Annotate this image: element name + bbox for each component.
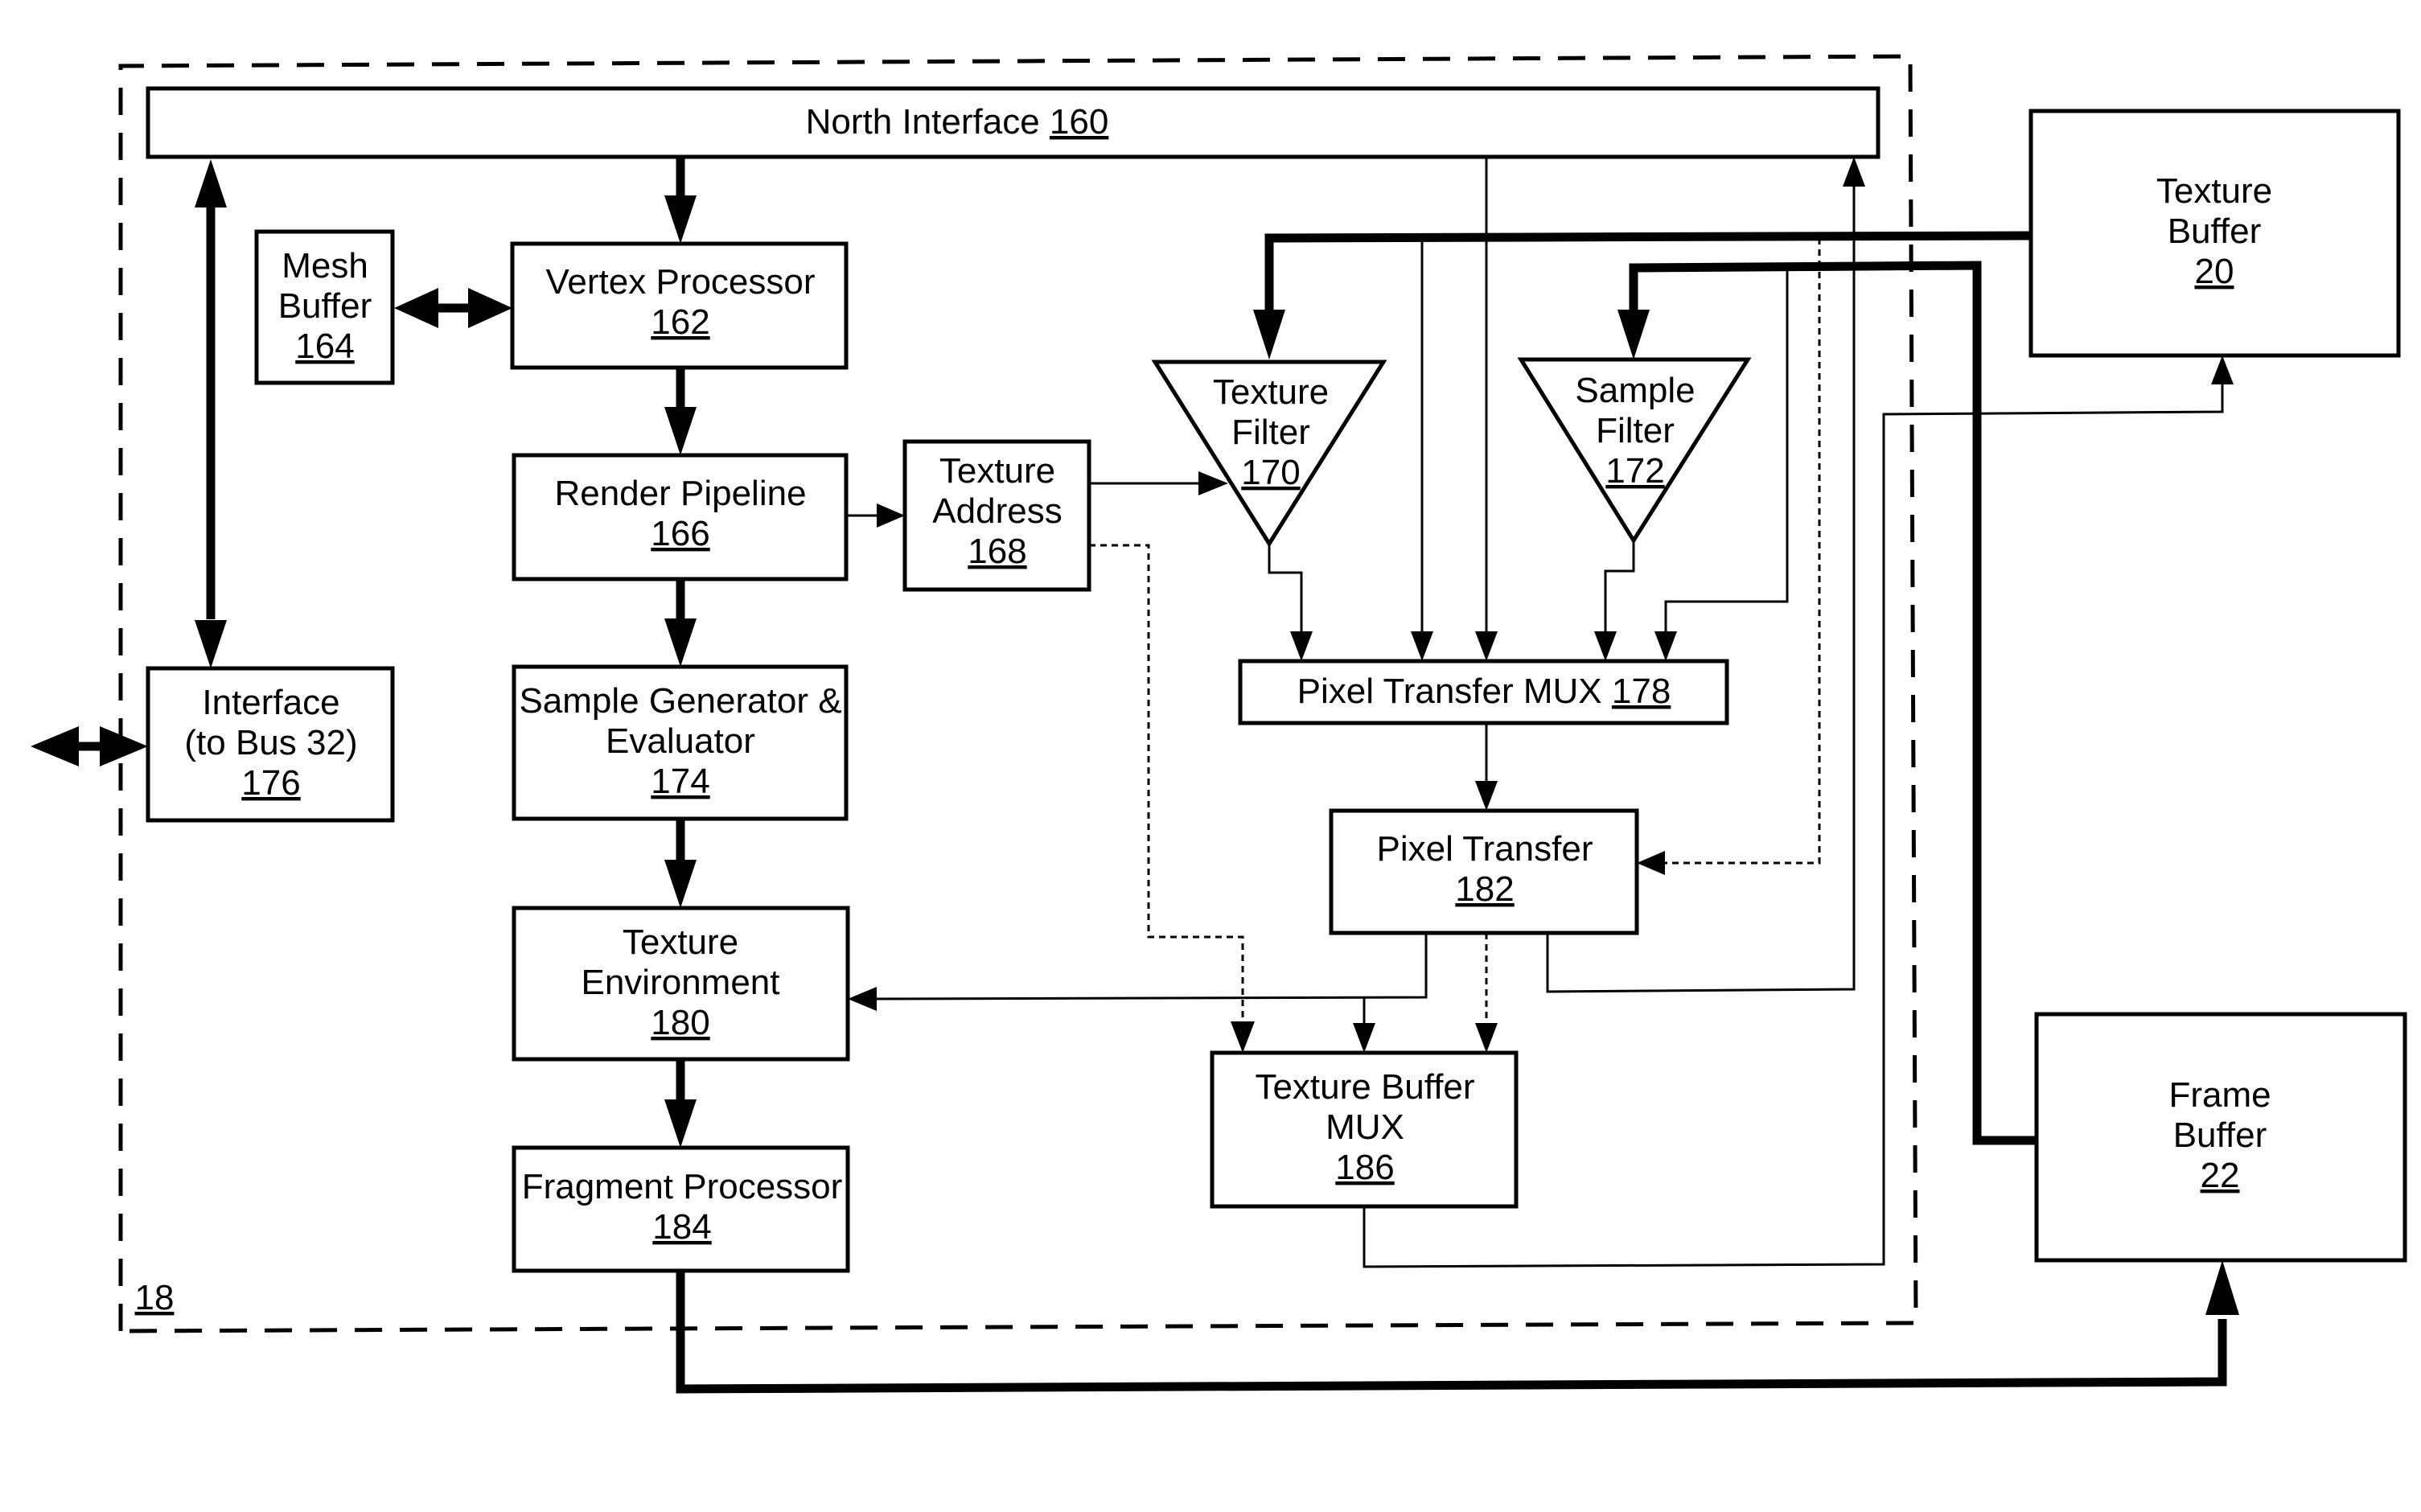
frame-buffer-line2: Buffer bbox=[2173, 1116, 2267, 1155]
pixel-transfer-ref: 182 bbox=[1455, 869, 1514, 909]
block-mesh-buffer: Mesh Buffer 164 bbox=[254, 229, 395, 385]
arrowhead-down-ptmux-5 bbox=[1654, 631, 1677, 661]
block-pixel-transfer: Pixel Transfer 182 bbox=[1329, 808, 1639, 935]
sample-generator-line1: Sample Generator & bbox=[519, 681, 841, 721]
texture-buffer-mux-line1: Texture Buffer bbox=[1255, 1067, 1474, 1107]
texture-filter-line2: Filter bbox=[1231, 413, 1310, 452]
sample-filter-ref: 172 bbox=[1605, 451, 1664, 491]
texture-filter-line1: Texture bbox=[1213, 372, 1329, 412]
block-texture-buffer: Texture Buffer 20 bbox=[2028, 109, 2401, 358]
arrowhead-down-fragment bbox=[664, 1099, 697, 1148]
interface-line2: (to Bus 32) bbox=[184, 723, 357, 762]
pixel-transfer-line1: Pixel Transfer bbox=[1377, 829, 1593, 869]
arrowhead-down-texbufmux-3 bbox=[1475, 1023, 1498, 1053]
arrowhead-left-texenv bbox=[848, 987, 877, 1011]
frame-buffer-ref: 22 bbox=[2201, 1156, 2240, 1195]
arrowhead-right-external bbox=[100, 726, 148, 766]
texture-environment-line1: Texture bbox=[623, 922, 738, 962]
render-pipeline-ref: 166 bbox=[651, 514, 709, 553]
block-sample-filter: Sample Filter 172 bbox=[1517, 357, 1752, 544]
texture-filter-ref: 170 bbox=[1241, 453, 1300, 492]
vertex-processor-ref: 162 bbox=[651, 302, 709, 342]
arrowhead-up-north bbox=[1843, 157, 1865, 187]
mesh-buffer-ref: 164 bbox=[295, 327, 354, 366]
dashed-to-pixeltransfer bbox=[1665, 238, 1821, 865]
arrowhead-down-samplegen bbox=[664, 618, 697, 667]
arrowhead-down-ptmux-3 bbox=[1475, 631, 1498, 661]
arrowhead-down-texfilter bbox=[1253, 310, 1285, 360]
arrowhead-right-texaddr bbox=[877, 503, 905, 528]
mesh-buffer-line2: Buffer bbox=[278, 286, 372, 326]
arrowhead-down-ptmux-4 bbox=[1594, 631, 1617, 661]
texture-environment-ref: 180 bbox=[651, 1003, 709, 1042]
arrowhead-down-pixeltransfer bbox=[1475, 781, 1498, 811]
arrowhead-up-texbuffer bbox=[2211, 355, 2234, 384]
block-sample-generator: Sample Generator & Evaluator 174 bbox=[512, 664, 849, 821]
texture-address-line2: Address bbox=[932, 491, 1062, 531]
block-north-interface: North Interface 160 bbox=[146, 86, 1880, 159]
arrowhead-up-north-interface bbox=[195, 159, 227, 207]
sample-generator-ref: 174 bbox=[651, 762, 709, 801]
interface-line1: Interface bbox=[202, 683, 339, 722]
graphics-system-diagram: 18 North Interface 160 Mesh Buffer 164 V… bbox=[31, 54, 2407, 1394]
arrowhead-down-ptmux-2 bbox=[1411, 631, 1433, 661]
texture-buffer-mux-line2: MUX bbox=[1326, 1107, 1404, 1147]
arrowhead-down-render bbox=[664, 407, 697, 455]
vertex-processor-line1: Vertex Processor bbox=[545, 262, 815, 302]
arrowhead-up-framebuffer bbox=[2205, 1260, 2239, 1315]
arrowhead-down-texbufmux-2 bbox=[1353, 1023, 1375, 1053]
block-texture-buffer-mux: Texture Buffer MUX 186 bbox=[1210, 1050, 1519, 1209]
bus-texbuffer-to-texfilter bbox=[1264, 231, 2032, 314]
block-fragment-processor: Fragment Processor 184 bbox=[512, 1145, 850, 1273]
render-pipeline-line1: Render Pipeline bbox=[554, 474, 806, 513]
block-texture-environment: Texture Environment 180 bbox=[512, 906, 850, 1062]
link-samplefilter-to-ptmux bbox=[1604, 540, 1635, 635]
block-texture-filter: Texture Filter 170 bbox=[1151, 360, 1387, 548]
block-render-pipeline: Render Pipeline 166 bbox=[512, 453, 849, 581]
arrowhead-down-vertex bbox=[664, 195, 697, 244]
arrowhead-down-samplefilter bbox=[1617, 310, 1650, 360]
block-vertex-processor: Vertex Processor 162 bbox=[510, 241, 849, 370]
texture-environment-line2: Environment bbox=[581, 963, 779, 1002]
pixel-transfer-mux-label: Pixel Transfer MUX 178 bbox=[1297, 672, 1671, 711]
arrowhead-left-external bbox=[31, 726, 79, 766]
mesh-buffer-line1: Mesh bbox=[282, 246, 368, 286]
frame-buffer-line1: Frame bbox=[2168, 1075, 2271, 1115]
block-pixel-transfer-mux: Pixel Transfer MUX 178 bbox=[1238, 659, 1729, 725]
north-interface-label: North Interface 160 bbox=[806, 102, 1109, 142]
sample-generator-line2: Evaluator bbox=[606, 721, 755, 761]
block-frame-buffer: Frame Buffer 22 bbox=[2034, 1012, 2407, 1263]
arrowhead-down-texenv bbox=[664, 860, 697, 908]
sample-filter-line1: Sample bbox=[1575, 371, 1695, 410]
arrowhead-left-pixeltransfer bbox=[1637, 851, 1665, 875]
arrowhead-down-ptmux-1 bbox=[1290, 631, 1313, 661]
arrowhead-left-mesh bbox=[394, 288, 438, 328]
fragment-processor-ref: 184 bbox=[652, 1207, 711, 1247]
interface-ref: 176 bbox=[241, 763, 300, 803]
arrowhead-right-vertex bbox=[468, 288, 512, 328]
dashed-texaddr-to-texbufmux bbox=[1089, 544, 1244, 1021]
link-texfilter-to-ptmux bbox=[1268, 544, 1303, 635]
sample-filter-line2: Filter bbox=[1596, 411, 1675, 450]
fragment-processor-line1: Fragment Processor bbox=[522, 1167, 843, 1206]
texture-address-line1: Texture bbox=[939, 451, 1055, 491]
block-interface: Interface (to Bus 32) 176 bbox=[146, 666, 395, 823]
texture-address-ref: 168 bbox=[968, 532, 1026, 571]
block-texture-address: Texture Address 168 bbox=[902, 439, 1091, 592]
texture-buffer-line1: Texture bbox=[2156, 171, 2272, 211]
arrowhead-down-texbufmux-1 bbox=[1231, 1021, 1255, 1053]
boundary-label: 18 bbox=[135, 1278, 175, 1317]
bus-fragment-to-framebuffer bbox=[676, 1271, 2227, 1394]
texture-buffer-mux-ref: 186 bbox=[1335, 1148, 1394, 1187]
link-pixeltransfer-to-texenv bbox=[876, 933, 1428, 1000]
texture-buffer-ref: 20 bbox=[2195, 252, 2234, 291]
arrowhead-down-interface bbox=[195, 620, 227, 668]
texture-buffer-line2: Buffer bbox=[2168, 212, 2262, 251]
